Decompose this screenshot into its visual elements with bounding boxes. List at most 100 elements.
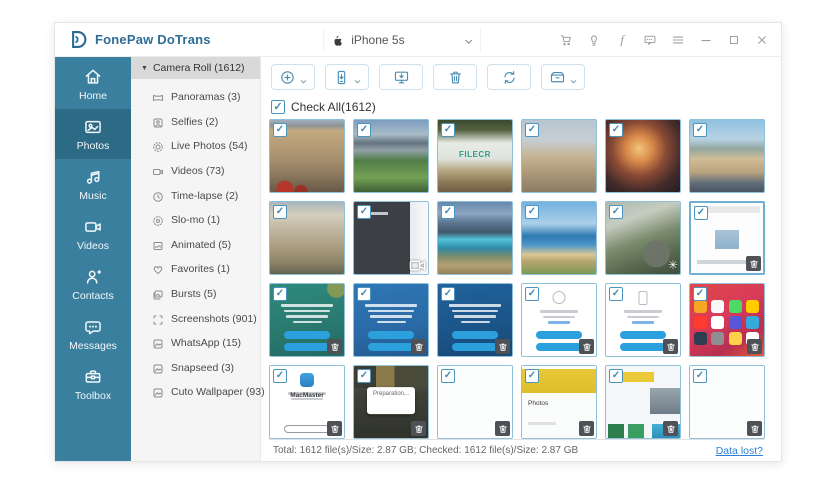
photo-thumbnail-yellow-photos[interactable]: Photos ✓	[521, 365, 597, 439]
thumbnail-checkbox[interactable]: ✓	[273, 123, 287, 137]
thumbnail-checkbox[interactable]: ✓	[525, 369, 539, 383]
thumbnail-checkbox[interactable]: ✓	[441, 123, 455, 137]
photo-thumbnail-hill-basilica[interactable]: ✓	[689, 119, 765, 193]
thumbnail-checkbox[interactable]: ✓	[273, 205, 287, 219]
photo-thumbnail-promo-macmaster[interactable]: MacMaster ✓	[269, 365, 345, 439]
photo-thumbnail-city-panorama[interactable]: ✓	[521, 119, 597, 193]
photo-thumbnail-beach-coast[interactable]: ✓	[521, 201, 597, 275]
category-item-animated[interactable]: Animated (5)	[131, 233, 260, 258]
trash-badge-icon[interactable]	[579, 421, 594, 436]
photo-thumbnail-promo-light-phone[interactable]: ✓	[605, 283, 681, 357]
thumbnail-checkbox[interactable]: ✓	[525, 205, 539, 219]
category-item-live-photos[interactable]: Live Photos (54)	[131, 134, 260, 159]
category-item-slo-mo[interactable]: Slo-mo (1)	[131, 208, 260, 233]
photo-thumbnail-promo-blue[interactable]: ✓	[353, 283, 429, 357]
trash-badge-icon[interactable]	[411, 339, 426, 354]
category-item-selfies[interactable]: Selfies (2)	[131, 110, 260, 135]
photo-thumbnail-photo-dialog[interactable]: Préparation... ✓	[353, 365, 429, 439]
more-tools-button[interactable]	[541, 64, 585, 90]
category-item-snapseed[interactable]: Snapseed (3)	[131, 356, 260, 381]
thumbnail-checkbox[interactable]: ✓	[441, 287, 455, 301]
photo-thumbnail-waterfall[interactable]: FILECR ✓	[437, 119, 513, 193]
trash-badge-icon[interactable]	[747, 421, 762, 436]
thumbnail-checkbox[interactable]: ✓	[441, 369, 455, 383]
trash-badge-icon[interactable]	[495, 421, 510, 436]
photo-thumbnail-blank-screenshot-2[interactable]: ✓	[689, 365, 765, 439]
refresh-button[interactable]	[487, 64, 531, 90]
add-button[interactable]	[271, 64, 315, 90]
link-line	[631, 321, 655, 324]
check-all-checkbox[interactable]: ✓	[271, 100, 285, 114]
delete-button[interactable]	[433, 64, 477, 90]
category-item-panoramas[interactable]: Panoramas (3)	[131, 85, 260, 110]
cart-icon[interactable]	[559, 33, 573, 47]
photo-thumbnail-european-building[interactable]: ✓	[269, 119, 345, 193]
sidebar-item-home[interactable]: Home	[55, 59, 131, 109]
export-to-pc-button[interactable]	[379, 64, 423, 90]
thumbnail-checkbox[interactable]: ✓	[609, 123, 623, 137]
category-item-videos[interactable]: Videos (73)	[131, 159, 260, 184]
photo-thumbnail-document-preview[interactable]: ✓	[689, 201, 765, 275]
thumbnail-checkbox[interactable]: ✓	[273, 369, 287, 383]
device-selector[interactable]: iPhone 5s	[323, 27, 482, 52]
photo-thumbnail-grass-slomo[interactable]: ✓ ✳	[605, 201, 681, 275]
thumbnail-checkbox[interactable]: ✓	[357, 205, 371, 219]
trash-badge-icon[interactable]	[746, 256, 761, 271]
sidebar-item-toolbox[interactable]: Toolbox	[55, 359, 131, 409]
thumbnail-checkbox[interactable]: ✓	[525, 287, 539, 301]
trash-badge-icon[interactable]	[495, 339, 510, 354]
sidebar-item-videos[interactable]: Videos	[55, 209, 131, 259]
facebook-icon[interactable]: f	[615, 32, 629, 47]
thumbnail-checkbox[interactable]: ✓	[609, 369, 623, 383]
category-item-favorites[interactable]: Favorites (1)	[131, 257, 260, 282]
export-to-device-button[interactable]	[325, 64, 369, 90]
sidebar-item-music[interactable]: Music	[55, 159, 131, 209]
thumbnail-checkbox[interactable]: ✓	[693, 287, 707, 301]
data-lost-link[interactable]: Data lost?	[716, 445, 765, 457]
close-icon[interactable]	[755, 33, 769, 47]
sidebar-item-messages[interactable]: Messages	[55, 309, 131, 359]
category-item-screenshots[interactable]: Screenshots (901)	[131, 306, 260, 331]
photo-thumbnail-palace-facade[interactable]: ✓	[269, 201, 345, 275]
thumbnail-checkbox[interactable]: ✓	[694, 206, 708, 220]
menu-icon[interactable]	[671, 33, 685, 47]
trash-badge-icon[interactable]	[663, 421, 678, 436]
photo-thumbnail-mountain-lake[interactable]: ✓	[437, 201, 513, 275]
photo-thumbnail-promo-teal[interactable]: ✓	[269, 283, 345, 357]
thumbnail-checkbox[interactable]: ✓	[693, 123, 707, 137]
thumbnail-checkbox[interactable]: ✓	[441, 205, 455, 219]
category-header-camera-roll[interactable]: ▼ Camera Roll (1612)	[131, 57, 260, 79]
thumbnail-checkbox[interactable]: ✓	[357, 123, 371, 137]
thumbnail-checkbox[interactable]: ✓	[357, 287, 371, 301]
photo-thumbnail-collage-screenshot[interactable]: ✓	[605, 365, 681, 439]
trash-badge-icon[interactable]	[747, 339, 762, 354]
photo-thumbnail-promo-navy[interactable]: ✓	[437, 283, 513, 357]
thumbnail-checkbox[interactable]: ✓	[357, 369, 371, 383]
category-item-whatsapp[interactable]: WhatsApp (15)	[131, 331, 260, 356]
category-item-cuto-wallpaper[interactable]: Cuto Wallpaper (93)	[131, 380, 265, 405]
maximize-icon[interactable]	[727, 33, 741, 47]
trash-badge-icon[interactable]	[327, 339, 342, 354]
sidebar-item-contacts[interactable]: Contacts	[55, 259, 131, 309]
thumbnail-checkbox[interactable]: ✓	[609, 287, 623, 301]
bulb-icon[interactable]	[587, 33, 601, 47]
sidebar-item-photos[interactable]: Photos	[55, 109, 131, 159]
trash-badge-icon[interactable]	[663, 339, 678, 354]
thumbnail-checkbox[interactable]: ✓	[609, 205, 623, 219]
photo-thumbnail-promo-light-circle[interactable]: ✓	[521, 283, 597, 357]
thumbnail-checkbox[interactable]: ✓	[525, 123, 539, 137]
photo-thumbnail-ferris-wheel-night[interactable]: ✓	[605, 119, 681, 193]
thumbnail-checkbox[interactable]: ✓	[693, 369, 707, 383]
photo-thumbnail-mountain-valley[interactable]: ✓	[353, 119, 429, 193]
photo-thumbnail-blank-screenshot-1[interactable]: ✓	[437, 365, 513, 439]
photo-thumbnail-ios-home-screen[interactable]: ✓	[689, 283, 765, 357]
minimize-icon[interactable]	[699, 33, 713, 47]
category-item-time-lapse[interactable]: Time-lapse (2)	[131, 183, 260, 208]
category-item-bursts[interactable]: Bursts (5)	[131, 282, 260, 307]
trash-badge-icon[interactable]	[579, 339, 594, 354]
thumbnail-checkbox[interactable]: ✓	[273, 287, 287, 301]
photo-thumbnail-dark-video[interactable]: ✓	[353, 201, 429, 275]
trash-badge-icon[interactable]	[327, 421, 342, 436]
trash-badge-icon[interactable]	[411, 421, 426, 436]
feedback-icon[interactable]	[643, 33, 657, 47]
